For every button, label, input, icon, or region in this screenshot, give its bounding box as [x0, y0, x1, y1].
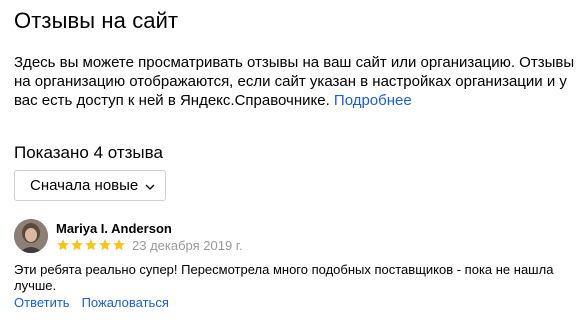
sort-dropdown[interactable]: Сначала новые: [14, 170, 166, 201]
reviews-count-label: Показано 4 отзыва: [14, 143, 163, 162]
more-link[interactable]: Подробнее: [334, 92, 412, 109]
star-icon: [84, 238, 98, 252]
sort-selected-value: Сначала новые: [30, 177, 139, 194]
star-icon: [56, 238, 70, 252]
star-icon: [112, 238, 126, 252]
review-actions: Ответить Пожаловаться: [14, 295, 169, 310]
page-title: Отзывы на сайт: [14, 8, 179, 33]
review-author: Mariya I. Anderson: [56, 221, 172, 236]
review-text: Эти ребята реально супер! Пересмотрела м…: [14, 262, 554, 293]
avatar: [14, 219, 48, 253]
star-icon: [70, 238, 84, 252]
intro-text-block: Здесь вы можете просматривать отзывы на …: [14, 53, 579, 110]
review-rating: [56, 238, 126, 252]
review-date: 23 декабря 2019 г.: [132, 238, 243, 253]
complain-link[interactable]: Пожаловаться: [82, 295, 169, 310]
reply-link[interactable]: Ответить: [14, 295, 70, 310]
intro-text: Здесь вы можете просматривать отзывы на …: [14, 54, 575, 109]
chevron-down-icon: [144, 180, 156, 192]
star-icon: [98, 238, 112, 252]
